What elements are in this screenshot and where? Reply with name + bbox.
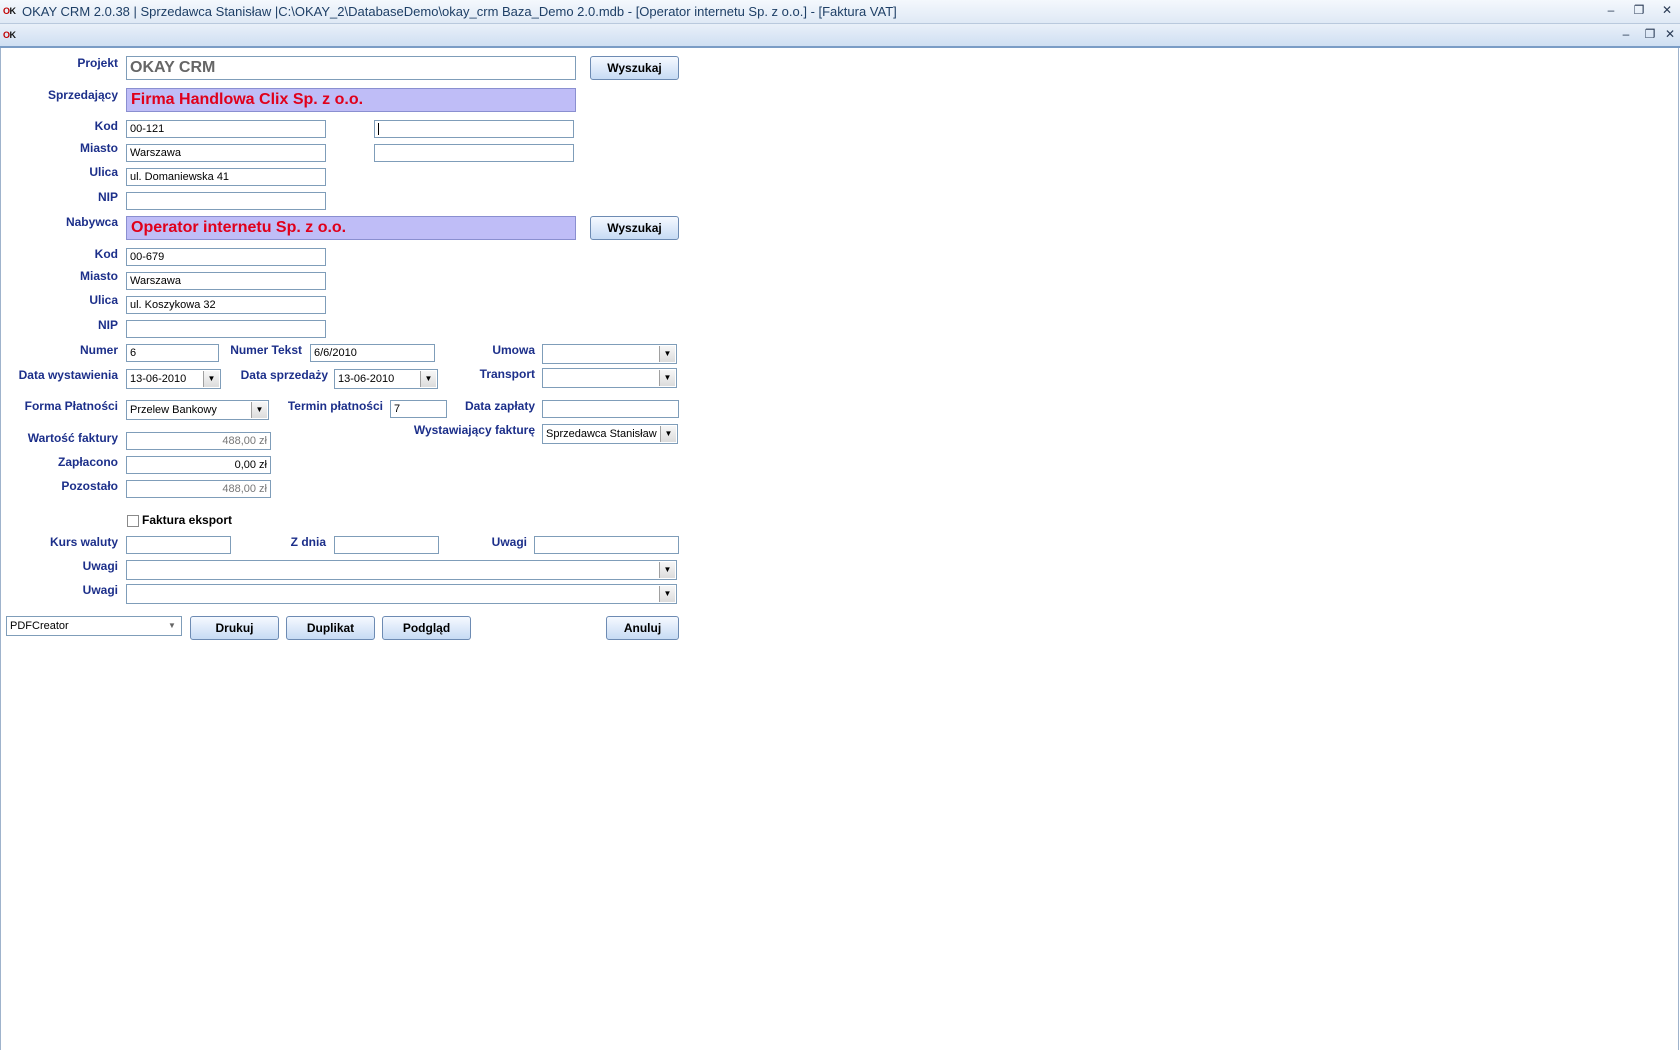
buyer-postal-code-input[interactable]: 00-679	[126, 248, 326, 266]
chevron-down-icon[interactable]: ▼	[251, 402, 267, 418]
rate-date-input[interactable]	[334, 536, 439, 554]
child-minimize-button[interactable]: –	[1616, 25, 1636, 43]
label-faktura-eksport: Faktura eksport	[142, 513, 233, 527]
contract-select[interactable]: ▼	[542, 344, 677, 364]
text-caret	[378, 123, 379, 136]
buyer-nip-input[interactable]	[126, 320, 326, 338]
export-invoice-checkbox[interactable]	[127, 515, 139, 527]
printer-select[interactable]: PDFCreator ▼	[6, 616, 182, 636]
label-sprzedajacy: Sprzedający	[47, 88, 118, 102]
seller-extra-input-1[interactable]	[374, 120, 574, 138]
label-numer: Numer	[79, 343, 118, 357]
duplicate-button[interactable]: Duplikat	[286, 616, 375, 640]
remaining-amount-field: 488,00 zł	[126, 480, 271, 498]
sale-date-picker[interactable]: 13-06-2010 ▼	[334, 369, 438, 389]
label-nabywca: Nabywca	[65, 215, 118, 229]
seller-extra-input-2[interactable]	[374, 144, 574, 162]
label-wystawiajacy: Wystawiający fakturę	[413, 423, 535, 437]
chevron-down-icon[interactable]: ▼	[659, 346, 675, 362]
label-buyer-miasto: Miasto	[79, 269, 118, 283]
label-data-wystawienia: Data wystawienia	[18, 368, 118, 382]
chevron-down-icon[interactable]: ▼	[659, 586, 675, 602]
label-pozostalo: Pozostało	[61, 479, 118, 493]
buyer-name[interactable]: Operator internetu Sp. z o.o.	[126, 216, 576, 240]
exchange-rate-input[interactable]	[126, 536, 231, 554]
transport-select[interactable]: ▼	[542, 368, 677, 388]
window-title: OKAY CRM 2.0.38 | Sprzedawca Stanisław |…	[22, 4, 897, 19]
invoice-number-text-input[interactable]: 6/6/2010	[310, 344, 435, 362]
label-forma-platnosci: Forma Płatności	[24, 399, 118, 413]
label-z-dnia: Z dnia	[290, 535, 326, 549]
child-close-button[interactable]: ✕	[1660, 25, 1680, 43]
close-button[interactable]: ✕	[1654, 0, 1680, 20]
chevron-down-icon[interactable]: ▼	[660, 426, 676, 442]
label-seller-kod: Kod	[94, 119, 118, 133]
chevron-down-icon[interactable]: ▼	[659, 562, 675, 578]
project-search-button[interactable]: Wyszukaj	[590, 56, 679, 80]
label-kurs-waluty: Kurs waluty	[49, 535, 118, 549]
paid-amount-input[interactable]: 0,00 zł	[126, 456, 271, 474]
label-buyer-nip: NIP	[97, 318, 118, 332]
label-zaplacono: Zapłacono	[57, 455, 118, 469]
printer-select-value: PDFCreator	[10, 620, 69, 632]
issuer-select-value: Sprzedawca Stanisław	[546, 428, 657, 440]
payment-method-select[interactable]: Przelew Bankowy ▼	[126, 400, 269, 420]
issue-date-value: 13-06-2010	[130, 373, 187, 385]
label-transport: Transport	[479, 367, 535, 381]
notes-short-input[interactable]	[534, 536, 679, 554]
issuer-select[interactable]: Sprzedawca Stanisław ▼	[542, 424, 678, 444]
label-buyer-ulica: Ulica	[89, 293, 118, 307]
label-seller-ulica: Ulica	[89, 165, 118, 179]
chevron-down-icon[interactable]: ▼	[420, 371, 436, 387]
label-seller-miasto: Miasto	[79, 141, 118, 155]
project-field[interactable]: OKAY CRM	[126, 56, 576, 80]
buyer-city-input[interactable]: Warszawa	[126, 272, 326, 290]
sale-date-value: 13-06-2010	[338, 373, 395, 385]
label-uwagi-1: Uwagi	[82, 559, 118, 573]
label-seller-nip: NIP	[97, 190, 118, 204]
issue-date-picker[interactable]: 13-06-2010 ▼	[126, 369, 221, 389]
chevron-down-icon[interactable]: ▼	[659, 370, 675, 386]
title-bar: OK OKAY CRM 2.0.38 | Sprzedawca Stanisła…	[0, 0, 1680, 24]
seller-city-input[interactable]: Warszawa	[126, 144, 326, 162]
label-umowa: Umowa	[492, 343, 535, 357]
invoice-value-field: 488,00 zł	[126, 432, 271, 450]
print-button[interactable]: Drukuj	[190, 616, 279, 640]
label-termin-platnosci: Termin płatności	[287, 399, 383, 413]
notes-select-1[interactable]: ▼	[126, 560, 677, 580]
label-data-zaplaty: Data zapłaty	[464, 399, 535, 413]
label-uwagi-2: Uwagi	[82, 583, 118, 597]
label-data-sprzedazy: Data sprzedaży	[240, 368, 328, 382]
seller-street-input[interactable]: ul. Domaniewska 41	[126, 168, 326, 186]
child-restore-button[interactable]: ❐	[1640, 25, 1660, 43]
cancel-button[interactable]: Anuluj	[606, 616, 679, 640]
restore-button[interactable]: ❐	[1626, 0, 1652, 20]
label-buyer-kod: Kod	[94, 247, 118, 261]
buyer-search-button[interactable]: Wyszukaj	[590, 216, 679, 240]
buyer-street-input[interactable]: ul. Koszykowa 32	[126, 296, 326, 314]
payment-method-value: Przelew Bankowy	[130, 404, 217, 416]
chevron-down-icon[interactable]: ▼	[203, 371, 219, 387]
app-logo-icon: OK	[3, 6, 16, 16]
label-wartosc-faktury: Wartość faktury	[27, 431, 118, 445]
label-numer-tekst: Numer Tekst	[230, 343, 302, 357]
seller-name[interactable]: Firma Handlowa Clix Sp. z o.o.	[126, 88, 576, 112]
mdi-child-bar: OK – ❐ ✕	[0, 24, 1680, 48]
child-logo-icon: OK	[3, 30, 16, 40]
chevron-down-icon[interactable]: ▼	[164, 618, 180, 634]
label-projekt: Projekt	[77, 56, 118, 70]
preview-button[interactable]: Podgląd	[382, 616, 471, 640]
seller-nip-input[interactable]	[126, 192, 326, 210]
payment-term-input[interactable]: 7	[390, 400, 447, 418]
label-uwagi-short: Uwagi	[491, 535, 527, 549]
notes-select-2[interactable]: ▼	[126, 584, 677, 604]
minimize-button[interactable]: –	[1598, 0, 1624, 20]
payment-date-input[interactable]	[542, 400, 679, 418]
seller-postal-code-input[interactable]: 00-121	[126, 120, 326, 138]
